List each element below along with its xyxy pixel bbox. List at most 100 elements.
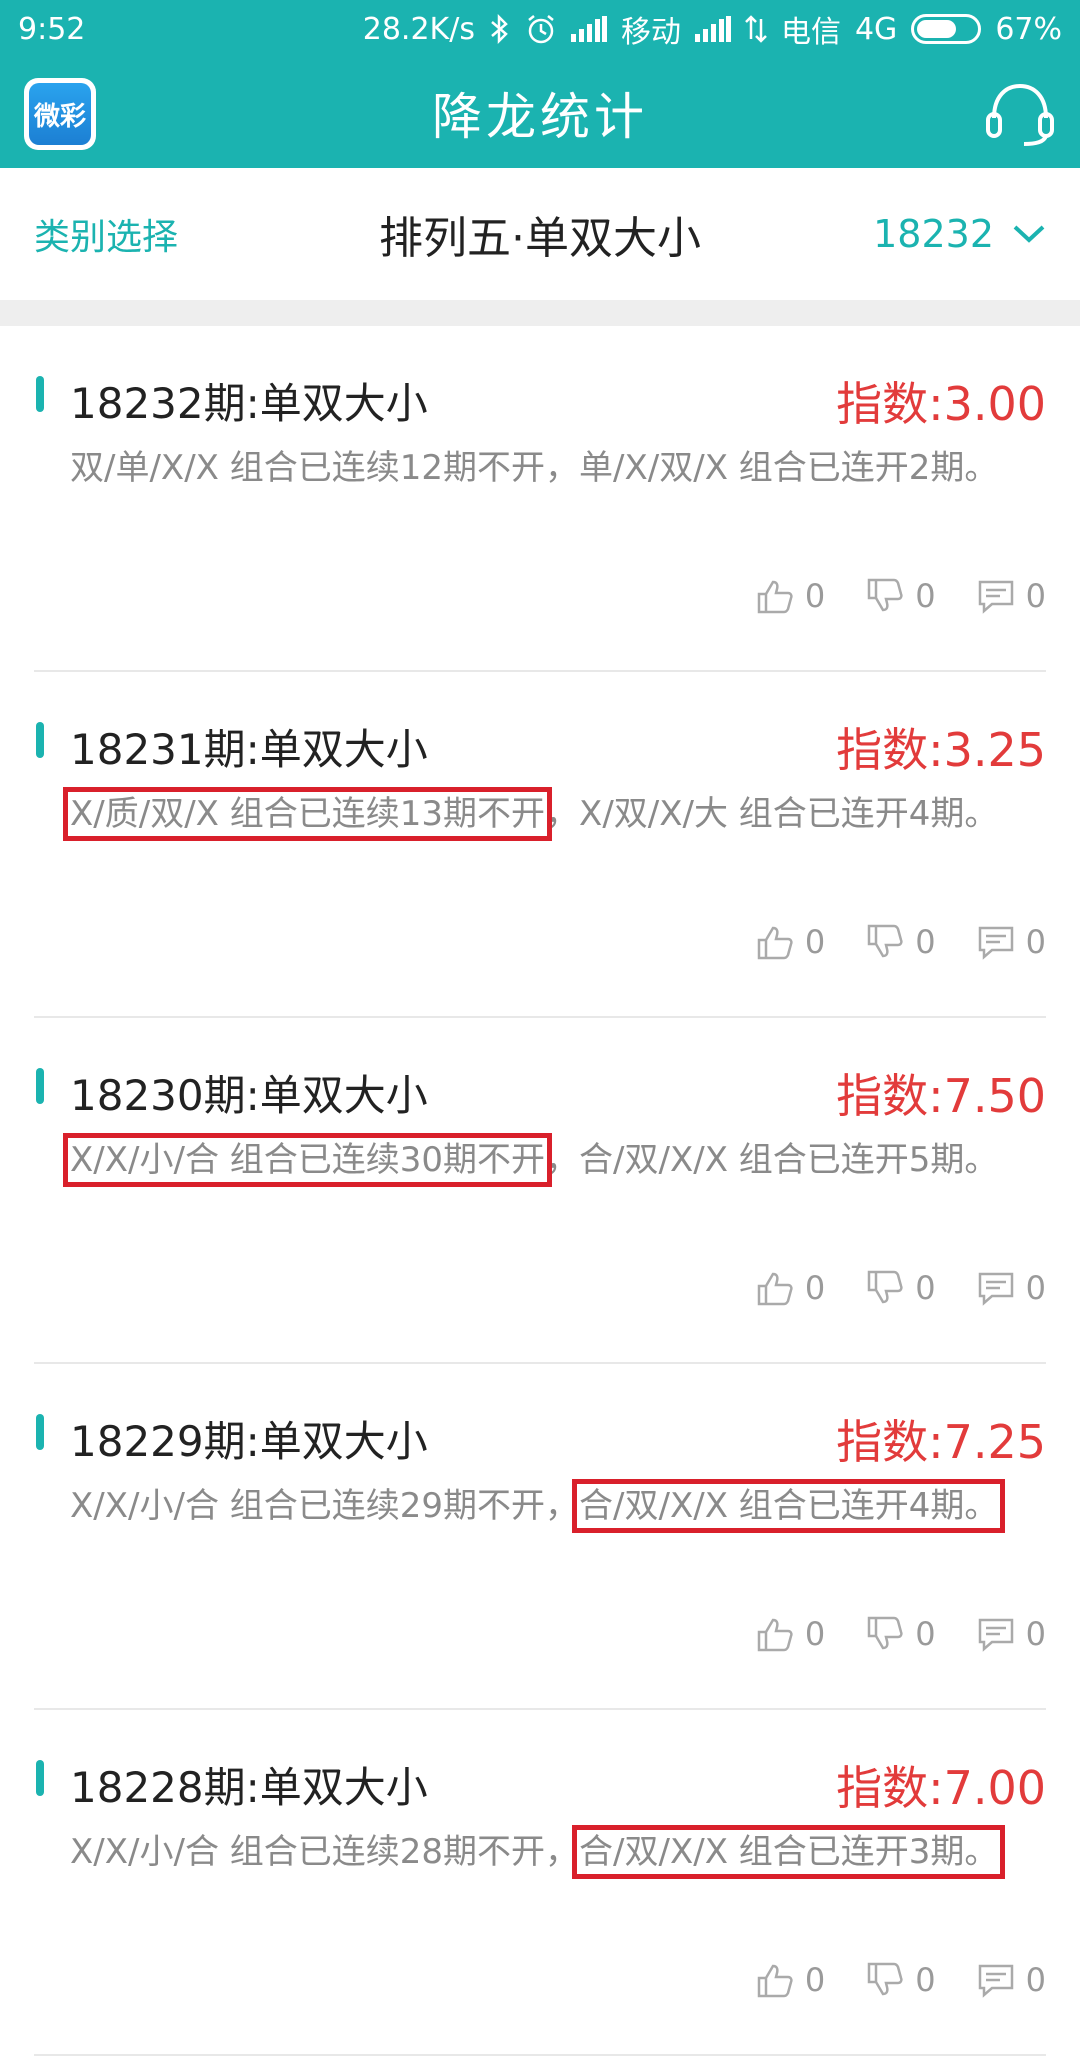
item-desc-separator: ，: [545, 448, 580, 488]
dislike-count: 0: [915, 1961, 936, 1999]
dislike-button[interactable]: 0: [865, 922, 936, 962]
list-item[interactable]: 18232期:单双大小 指数:3.00 双/单/X/X 组合已连续12期不开，单…: [34, 326, 1046, 672]
stats-list: 18232期:单双大小 指数:3.00 双/单/X/X 组合已连续12期不开，单…: [0, 326, 1080, 2056]
dislike-button[interactable]: 0: [865, 576, 936, 616]
thumb-down-icon: [868, 578, 903, 612]
like-button[interactable]: 0: [755, 576, 825, 616]
item-desc-part-a: 双/单/X/X 组合已连续12期不开: [70, 448, 546, 488]
app-logo-text: 微彩: [29, 83, 91, 145]
list-item[interactable]: 18231期:单双大小 指数:3.25 X/质/双/X 组合已连续13期不开，X…: [34, 672, 1046, 1018]
list-item[interactable]: 18229期:单双大小 指数:7.25 X/X/小/合 组合已连续29期不开，合…: [34, 1364, 1046, 1710]
list-item[interactable]: 18230期:单双大小 指数:7.50 X/X/小/合 组合已连续30期不开，合…: [34, 1018, 1046, 1364]
item-desc-part-b: 合/双/X/X 组合已连开4期。: [572, 1479, 1006, 1533]
item-title: 18229期:单双大小: [70, 1417, 428, 1466]
thumb-up-icon: [757, 1964, 793, 1998]
item-desc-separator: ，: [545, 1140, 580, 1180]
like-button[interactable]: 0: [755, 922, 825, 962]
comment-count: 0: [1025, 1269, 1046, 1307]
thumb-down-icon: [868, 924, 903, 958]
page-title: 降龙统计: [432, 88, 648, 146]
item-desc-part-b: 合/双/X/X 组合已连开5期。: [579, 1140, 999, 1180]
app-bar: 微彩 降龙统计: [0, 58, 1080, 168]
comment-button[interactable]: 0: [976, 922, 1046, 962]
like-count: 0: [804, 1961, 826, 1999]
dislike-button[interactable]: 0: [865, 1268, 936, 1308]
item-accent-bar: [36, 1760, 44, 1796]
item-index: 指数:3.00: [836, 377, 1046, 431]
item-title: 18230期:单双大小: [70, 1071, 428, 1120]
item-desc-part-b: X/双/X/大 组合已连开4期。: [579, 794, 999, 834]
item-actions: 0 0 0: [755, 922, 1046, 962]
item-title: 18232期:单双大小: [70, 379, 428, 428]
battery-icon: [911, 14, 982, 44]
item-desc-separator: ，: [545, 1832, 580, 1872]
item-accent-bar: [36, 376, 44, 412]
item-desc-part-b: 合/双/X/X 组合已连开3期。: [572, 1825, 1006, 1879]
item-desc-separator: ，: [545, 794, 580, 834]
list-item[interactable]: 18228期:单双大小 指数:7.00 X/X/小/合 组合已连续28期不开，合…: [34, 1710, 1046, 2056]
comment-count: 0: [1025, 923, 1046, 961]
item-actions: 0 0 0: [755, 576, 1046, 616]
comment-count: 0: [1025, 1615, 1046, 1653]
battery-percent: 67%: [995, 11, 1062, 47]
item-index: 指数:7.50: [836, 1069, 1046, 1123]
like-button[interactable]: 0: [755, 1960, 825, 2000]
item-actions: 0 0 0: [755, 1614, 1046, 1654]
app-logo[interactable]: 微彩: [24, 78, 96, 150]
comment-icon: [978, 1272, 1013, 1306]
like-count: 0: [804, 1615, 826, 1653]
item-actions: 0 0 0: [755, 1960, 1046, 2000]
dislike-button[interactable]: 0: [865, 1614, 936, 1654]
like-button[interactable]: 0: [755, 1614, 825, 1654]
dislike-count: 0: [915, 577, 936, 615]
comment-button[interactable]: 0: [976, 1614, 1046, 1654]
section-divider: [0, 300, 1080, 326]
item-accent-bar: [36, 1414, 44, 1450]
item-index: 指数:7.00: [836, 1761, 1046, 1815]
thumb-down-icon: [868, 1962, 903, 1996]
comment-icon: [978, 1618, 1013, 1652]
chevron-down-icon: [1013, 225, 1045, 243]
item-desc-separator: ，: [545, 1486, 580, 1526]
comment-icon: [978, 926, 1013, 960]
dislike-button[interactable]: 0: [865, 1960, 936, 2000]
thumb-up-icon: [757, 1618, 793, 1652]
period-value: 18232: [873, 212, 994, 256]
network-speed: 28.2K/s: [362, 11, 475, 47]
filter-bar: 类别选择 排列五·单双大小 18232: [0, 168, 1080, 300]
item-title: 18228期:单双大小: [70, 1763, 428, 1812]
carrier-1: 移动: [620, 15, 681, 50]
alarm-icon: [525, 13, 557, 45]
item-index: 指数:7.25: [836, 1415, 1046, 1469]
carrier-2: 电信: [780, 15, 841, 50]
comment-count: 0: [1025, 1961, 1046, 1999]
headset-icon[interactable]: [984, 80, 1056, 146]
item-description: X/X/小/合 组合已连续30期不开，合/双/X/X 组合已连开5期。: [62, 1133, 1046, 1187]
like-count: 0: [804, 1269, 826, 1307]
signal-icon: [570, 16, 607, 42]
period-dropdown[interactable]: 18232: [873, 212, 1046, 256]
like-button[interactable]: 0: [755, 1268, 825, 1308]
battery-fill: [917, 20, 957, 38]
comment-button[interactable]: 0: [976, 1268, 1046, 1308]
filter-title: 排列五·单双大小: [379, 213, 701, 264]
comment-button[interactable]: 0: [976, 576, 1046, 616]
like-count: 0: [804, 577, 826, 615]
item-index: 指数:3.25: [836, 723, 1046, 777]
item-description: X/X/小/合 组合已连续29期不开，合/双/X/X 组合已连开4期。: [70, 1479, 1046, 1533]
item-desc-part-a: X/X/小/合 组合已连续30期不开: [62, 1133, 553, 1187]
item-desc-part-a: X/X/小/合 组合已连续29期不开: [70, 1486, 546, 1526]
comment-count: 0: [1025, 577, 1046, 615]
dislike-count: 0: [915, 923, 936, 961]
item-description: X/X/小/合 组合已连续28期不开，合/双/X/X 组合已连开3期。: [70, 1825, 1046, 1879]
dislike-count: 0: [915, 1269, 936, 1307]
status-bar: 9:52 28.2K/s 移动 电信 4G 67%: [0, 0, 1080, 58]
category-select-button[interactable]: 类别选择: [34, 208, 178, 260]
item-desc-part-a: X/质/双/X 组合已连续13期不开: [62, 787, 553, 841]
item-description: X/质/双/X 组合已连续13期不开，X/双/X/大 组合已连开4期。: [62, 787, 1046, 841]
item-desc-part-b: 单/X/双/X 组合已连开2期。: [579, 448, 999, 488]
comment-icon: [978, 1964, 1013, 1998]
comment-button[interactable]: 0: [976, 1960, 1046, 2000]
dislike-count: 0: [915, 1615, 936, 1653]
bluetooth-icon: [489, 14, 511, 44]
